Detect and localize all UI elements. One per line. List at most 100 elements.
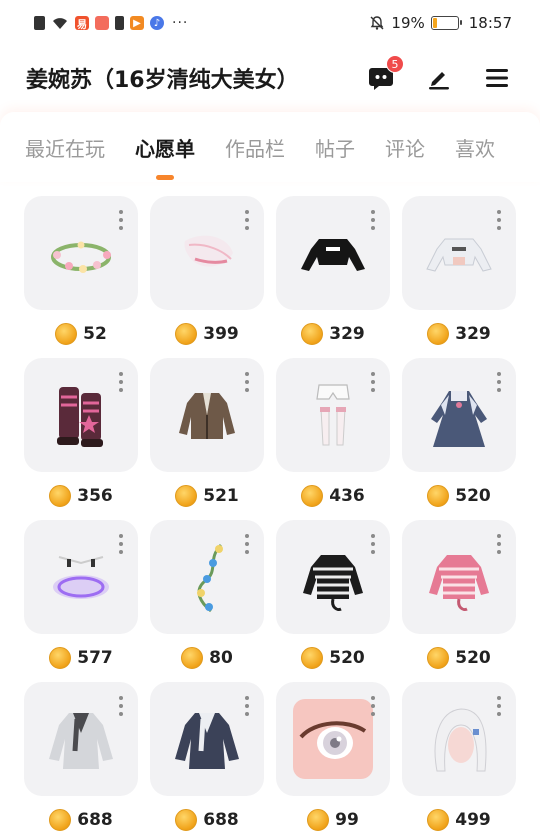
- item-thumbnail[interactable]: [24, 682, 138, 796]
- battery-level-fill: [432, 18, 438, 28]
- item-thumbnail[interactable]: [150, 682, 264, 796]
- wishlist-item[interactable]: 52: [24, 196, 138, 358]
- more-options-icon[interactable]: [244, 372, 250, 392]
- tab-label: 喜欢: [455, 136, 495, 161]
- tab-recently-played[interactable]: 最近在玩: [25, 133, 105, 162]
- item-thumbnail[interactable]: [276, 196, 390, 310]
- tab-posts[interactable]: 帖子: [315, 133, 355, 162]
- wishlist-item[interactable]: 688: [150, 682, 264, 840]
- price-row: 520: [276, 634, 390, 682]
- more-options-icon[interactable]: [496, 372, 502, 392]
- item-thumbnail[interactable]: [276, 520, 390, 634]
- tab-works[interactable]: 作品栏: [225, 133, 285, 162]
- item-price: 80: [209, 648, 233, 668]
- coin-icon: [427, 647, 450, 669]
- wishlist-item[interactable]: 499: [402, 682, 516, 840]
- music-notification-icon: ♪: [150, 16, 164, 30]
- item-thumbnail[interactable]: [402, 520, 516, 634]
- wishlist-item[interactable]: 356: [24, 358, 138, 520]
- wishlist-grid: 52 399 329 329 356 521 436 520 577 80 520 520 688 688…: [24, 196, 516, 840]
- price-row: 521: [150, 472, 264, 520]
- tab-label: 评论: [385, 136, 425, 161]
- price-row: 329: [402, 310, 516, 358]
- item-price: 688: [77, 810, 113, 830]
- more-options-icon[interactable]: [370, 696, 376, 716]
- item-thumbnail[interactable]: [276, 682, 390, 796]
- messages-button[interactable]: 5: [364, 55, 404, 95]
- wishlist-item[interactable]: 436: [276, 358, 390, 520]
- wishlist-item[interactable]: 80: [150, 520, 264, 682]
- coin-icon: [175, 323, 198, 345]
- price-row: 577: [24, 634, 138, 682]
- more-options-icon[interactable]: [370, 210, 376, 230]
- profile-tabs: 最近在玩 心愿单 作品栏 帖子 评论 喜欢: [0, 112, 540, 182]
- tab-label: 作品栏: [225, 136, 285, 161]
- item-thumbnail[interactable]: [150, 520, 264, 634]
- hamburger-menu-icon: [486, 69, 508, 87]
- menu-button[interactable]: [480, 61, 514, 95]
- more-options-icon[interactable]: [244, 210, 250, 230]
- price-row: 399: [150, 310, 264, 358]
- tab-label: 帖子: [315, 136, 355, 161]
- coin-icon: [427, 485, 450, 507]
- coin-icon: [427, 809, 450, 831]
- item-price: 436: [329, 486, 365, 506]
- more-options-icon[interactable]: [496, 696, 502, 716]
- star-leg-warmers-icon: [57, 387, 103, 447]
- wishlist-item[interactable]: 577: [24, 520, 138, 682]
- more-options-icon[interactable]: [370, 372, 376, 392]
- more-options-icon[interactable]: [370, 534, 376, 554]
- flower-crown-icon: [51, 241, 111, 273]
- battery-percent: 19%: [391, 14, 425, 32]
- tab-label: 心愿单: [135, 136, 195, 161]
- tab-comments[interactable]: 评论: [385, 133, 425, 162]
- wishlist-item[interactable]: 399: [150, 196, 264, 358]
- item-thumbnail[interactable]: [276, 358, 390, 472]
- item-thumbnail[interactable]: [150, 358, 264, 472]
- more-options-icon[interactable]: [118, 534, 124, 554]
- item-thumbnail[interactable]: [24, 520, 138, 634]
- item-thumbnail[interactable]: [24, 196, 138, 310]
- more-options-icon[interactable]: [118, 210, 124, 230]
- status-bar: 易 ▶ ♪ ··· 19% 18:57: [0, 0, 540, 46]
- more-options-icon[interactable]: [244, 534, 250, 554]
- item-thumbnail[interactable]: [24, 358, 138, 472]
- tab-wishlist[interactable]: 心愿单: [135, 133, 195, 180]
- more-options-icon[interactable]: [118, 372, 124, 392]
- edit-button[interactable]: [422, 61, 456, 95]
- price-row: 520: [402, 472, 516, 520]
- wishlist-item[interactable]: 329: [402, 196, 516, 358]
- more-options-icon[interactable]: [244, 696, 250, 716]
- wishlist-item[interactable]: 688: [24, 682, 138, 840]
- page-title: 姜婉苏（16岁清纯大美女）: [26, 68, 299, 93]
- price-row: 99: [276, 796, 390, 840]
- shorts-and-stockings-icon: [316, 384, 350, 446]
- price-row: 436: [276, 472, 390, 520]
- more-notifications-icon: ···: [172, 15, 189, 31]
- coin-icon: [427, 323, 450, 345]
- wishlist-item[interactable]: 521: [150, 358, 264, 520]
- item-thumbnail[interactable]: [402, 196, 516, 310]
- mail-notification-icon: [95, 16, 109, 30]
- price-row: 688: [24, 796, 138, 840]
- coin-icon: [301, 485, 324, 507]
- active-tab-indicator: [156, 174, 174, 180]
- more-options-icon[interactable]: [496, 210, 502, 230]
- feather-wing-icon: [184, 235, 233, 267]
- more-options-icon[interactable]: [496, 534, 502, 554]
- coin-icon: [307, 809, 330, 831]
- tab-likes[interactable]: 喜欢: [455, 133, 495, 162]
- more-options-icon[interactable]: [118, 696, 124, 716]
- item-thumbnail[interactable]: [402, 358, 516, 472]
- price-row: 52: [24, 310, 138, 358]
- item-thumbnail[interactable]: [150, 196, 264, 310]
- wishlist-item[interactable]: 520: [402, 358, 516, 520]
- wishlist-item[interactable]: 329: [276, 196, 390, 358]
- wishlist-item[interactable]: 520: [402, 520, 516, 682]
- item-price: 52: [83, 324, 107, 344]
- item-thumbnail[interactable]: [402, 682, 516, 796]
- wishlist-item[interactable]: 520: [276, 520, 390, 682]
- price-row: 80: [150, 634, 264, 682]
- grey-jacket-icon: [49, 713, 113, 769]
- wishlist-item[interactable]: 99: [276, 682, 390, 840]
